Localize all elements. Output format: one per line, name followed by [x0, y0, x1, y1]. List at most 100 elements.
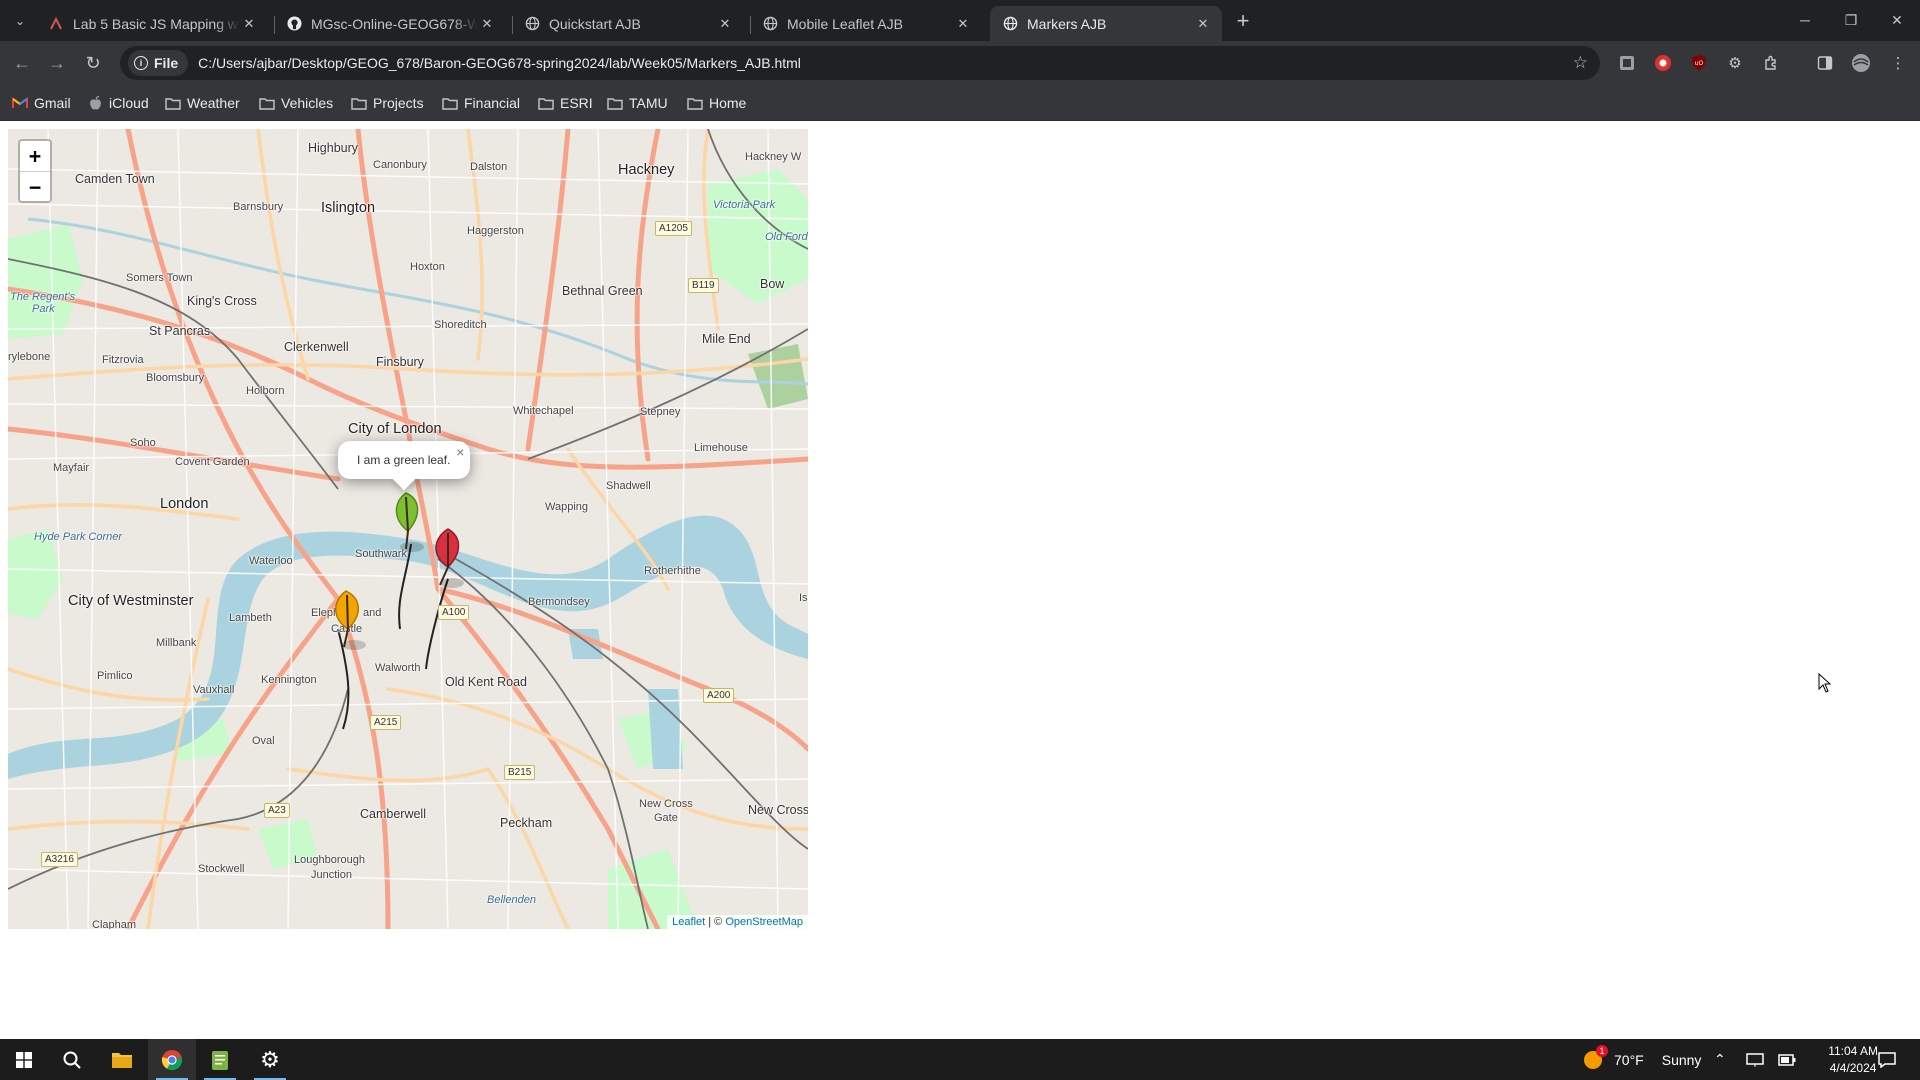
gear-icon[interactable]: ⚙: [1725, 53, 1745, 73]
folder-icon: [112, 1052, 132, 1068]
bookmark-financial[interactable]: Financial: [442, 91, 520, 115]
weather-widget[interactable]: 1 70°F Sunny: [1582, 1039, 1701, 1080]
map-label: Dalston: [470, 161, 508, 173]
map-label: Canonbury: [373, 159, 427, 171]
leaflet-link[interactable]: Leaflet: [672, 916, 705, 928]
address-bar[interactable]: i File C:/Users/ajbar/Desktop/GEOG_678/B…: [120, 46, 1600, 80]
map-label: Walworth: [375, 662, 421, 674]
close-icon[interactable]: ✕: [1194, 15, 1212, 33]
bookmark-home[interactable]: Home: [687, 91, 746, 115]
extension-icon[interactable]: [1617, 53, 1637, 73]
tab-quickstart[interactable]: Quickstart AJB ✕: [512, 6, 744, 41]
system-clock[interactable]: 11:04 AM 4/4/2024: [1828, 1043, 1878, 1077]
notifications-button[interactable]: [1878, 1039, 1896, 1080]
map-label: Vauxhall: [193, 684, 235, 696]
map-label: Highbury: [308, 141, 359, 155]
folder-icon: [607, 95, 623, 111]
orange-leaf-marker[interactable]: [328, 589, 368, 651]
openstreetmap-link[interactable]: OpenStreetMap: [725, 916, 803, 928]
chevron-up-icon: ⌃: [1714, 1051, 1726, 1067]
close-icon[interactable]: ✕: [954, 15, 972, 33]
star-icon[interactable]: ☆: [1573, 53, 1588, 73]
show-hidden-icons[interactable]: ⌃: [1714, 1039, 1726, 1080]
notepad-icon: [212, 1050, 228, 1070]
bookmark-gmail[interactable]: Gmail: [12, 91, 71, 115]
bookmark-esri[interactable]: ESRI: [538, 91, 593, 115]
map-label: Camden Town: [75, 172, 155, 186]
forward-button[interactable]: →: [43, 49, 71, 77]
settings-button[interactable]: ⚙: [246, 1039, 294, 1080]
reload-icon: ↻: [85, 52, 101, 73]
map-label: Shoreditch: [434, 319, 487, 331]
popup-close-button[interactable]: ×: [456, 444, 464, 460]
map-label: Haggerston: [467, 225, 524, 237]
map-label: Hoxton: [410, 261, 445, 273]
weather-temp: 70°F: [1614, 1051, 1644, 1068]
tab-search-button[interactable]: ⌄: [8, 9, 32, 33]
attribution-separator: | ©: [705, 916, 726, 928]
tab-markers[interactable]: Markers AJB ✕: [990, 6, 1222, 41]
search-button[interactable]: [48, 1039, 96, 1080]
restore-button[interactable]: ❐: [1828, 0, 1874, 40]
map-label: Bloomsbury: [146, 372, 205, 384]
map-label: Wapping: [545, 501, 589, 513]
start-button[interactable]: [0, 1039, 48, 1080]
close-icon[interactable]: ✕: [478, 15, 496, 33]
tab-github[interactable]: MGsc-Online-GEOG678-W ✕: [274, 6, 506, 41]
reload-button[interactable]: ↻: [79, 49, 107, 77]
close-icon[interactable]: ✕: [240, 15, 258, 33]
display-tray-icon[interactable]: [1746, 1039, 1764, 1080]
map-label: Clapham: [92, 919, 137, 929]
mouse-cursor-icon: [1818, 673, 1832, 693]
github-icon: [286, 16, 302, 32]
bookmark-icloud[interactable]: iCloud: [87, 91, 149, 115]
new-tab-button[interactable]: +: [1230, 9, 1256, 35]
apple-icon: [87, 95, 103, 111]
leaflet-map[interactable]: Highbury Canonbury Dalston Hackney Hackn…: [8, 129, 808, 929]
zoom-in-button[interactable]: +: [20, 141, 50, 171]
bookmark-weather[interactable]: Weather: [165, 91, 240, 115]
chrome-button[interactable]: [148, 1039, 196, 1080]
puzzle-icon[interactable]: [1761, 53, 1781, 73]
tab-mobile-leaflet[interactable]: Mobile Leaflet AJB ✕: [750, 6, 982, 41]
ublock-icon[interactable]: uO: [1689, 53, 1709, 73]
minimize-icon: ─: [1800, 12, 1810, 28]
close-window-button[interactable]: ✕: [1874, 0, 1920, 40]
map-label: Park: [32, 303, 55, 315]
tab-lab5[interactable]: Lab 5 Basic JS Mapping wi ✕: [36, 6, 268, 41]
minimize-button[interactable]: ─: [1782, 0, 1828, 40]
notification-icon: [1878, 1051, 1896, 1068]
windows-icon: [16, 1051, 32, 1068]
map-label: London: [160, 496, 209, 512]
map-label: Stepney: [640, 406, 681, 418]
arrow-left-icon: ←: [13, 52, 31, 73]
map-label: Is: [799, 592, 808, 604]
road-badge: B119: [688, 278, 719, 293]
close-icon: ✕: [1891, 11, 1903, 28]
restore-icon: ❐: [1844, 11, 1858, 28]
green-leaf-marker[interactable]: [386, 491, 426, 553]
tab-title: Markers AJB: [1027, 15, 1107, 32]
bookmark-projects[interactable]: Projects: [351, 91, 424, 115]
map-label: Bethnal Green: [562, 284, 643, 298]
profile-icon[interactable]: [1851, 53, 1871, 73]
site-info-chip[interactable]: i File: [128, 50, 189, 76]
url-text[interactable]: C:/Users/ajbar/Desktop/GEOG_678/Baron-GE…: [198, 55, 801, 71]
side-panel-icon[interactable]: [1815, 53, 1835, 73]
extension-red-icon[interactable]: [1653, 53, 1673, 73]
menu-icon[interactable]: ⋮: [1888, 53, 1908, 73]
bookmark-vehicles[interactable]: Vehicles: [259, 91, 333, 115]
bookmark-tamu[interactable]: TAMU: [607, 91, 668, 115]
map-label: The Regent's: [10, 291, 76, 303]
map-label: Fitzrovia: [102, 354, 144, 366]
red-leaf-marker[interactable]: [426, 527, 466, 589]
map-label: Victoria Park: [713, 199, 776, 211]
zoom-out-button[interactable]: −: [20, 171, 50, 201]
weather-badge: 1: [1596, 1045, 1608, 1057]
road-badge: A23: [264, 803, 290, 818]
file-explorer-button[interactable]: [98, 1039, 146, 1080]
notepad-button[interactable]: [196, 1039, 244, 1080]
close-icon[interactable]: ✕: [716, 15, 734, 33]
back-button[interactable]: ←: [8, 49, 36, 77]
battery-icon[interactable]: [1778, 1039, 1796, 1080]
